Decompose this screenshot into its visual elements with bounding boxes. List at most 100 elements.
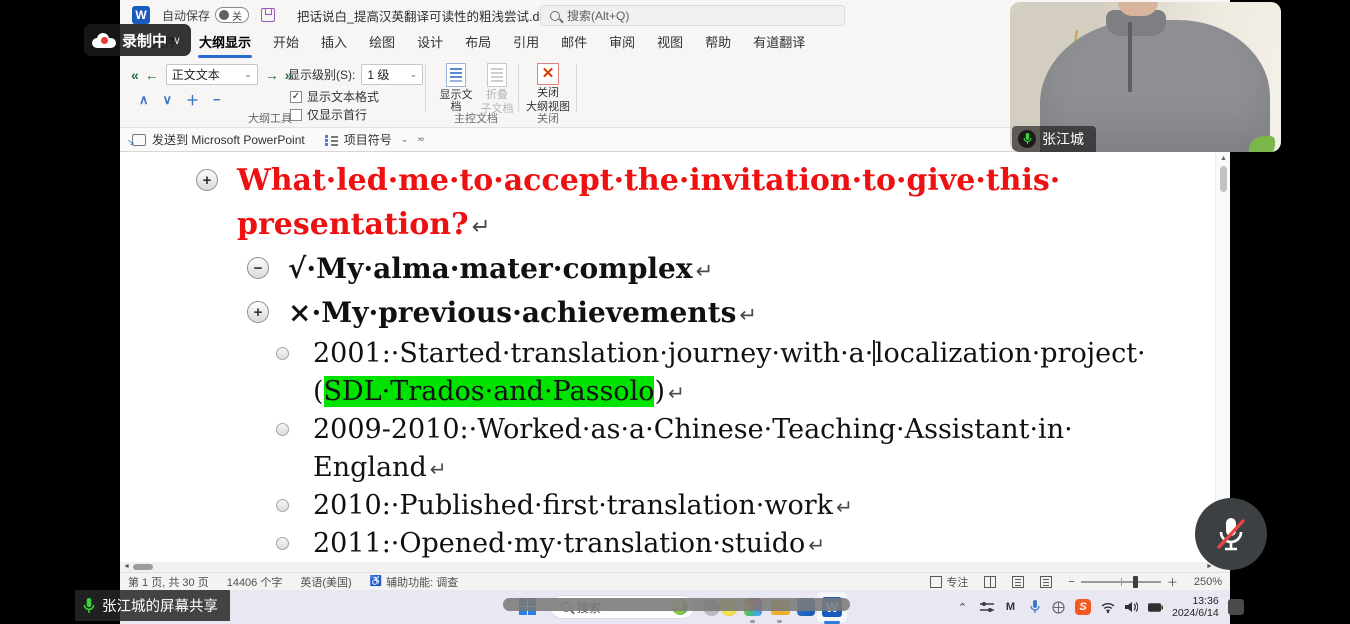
tab-review[interactable]: 审阅 bbox=[598, 28, 646, 58]
autosave-control[interactable]: 自动保存 关 bbox=[162, 7, 249, 24]
vertical-scroll-thumb[interactable] bbox=[1220, 166, 1227, 192]
autosave-toggle[interactable]: 关 bbox=[215, 7, 249, 23]
zoom-slider-thumb[interactable] bbox=[1133, 576, 1138, 588]
microphone-tray-icon[interactable] bbox=[1027, 600, 1042, 615]
document-canvas[interactable]: +What·led·me·to·accept·the·invitation·to… bbox=[120, 152, 1215, 562]
meeting-toolbar-collapsed[interactable] bbox=[503, 598, 850, 611]
tab-draw[interactable]: 绘图 bbox=[358, 28, 406, 58]
media-app-icon[interactable]: M bbox=[1003, 600, 1018, 615]
tray-clock[interactable]: 13:36 2024/6/14 bbox=[1172, 595, 1219, 619]
paragraph-return-mark: ↵ bbox=[836, 495, 853, 519]
tab-outline-view[interactable]: 大纲显示 bbox=[188, 28, 262, 58]
accessibility-status[interactable]: ♿ 辅助功能: 调查 bbox=[370, 574, 459, 590]
autosave-state: 关 bbox=[232, 8, 242, 23]
speaker-icon[interactable] bbox=[1124, 600, 1139, 615]
sogou-input-icon[interactable]: S bbox=[1075, 599, 1091, 615]
page-indicator[interactable]: 第 1 页, 共 30 页 bbox=[128, 574, 209, 590]
demote-icon[interactable]: → bbox=[262, 67, 282, 83]
outline-text: (SDL·Trados·and·Passolo)↵ bbox=[313, 376, 685, 407]
tab-mailings[interactable]: 邮件 bbox=[550, 28, 598, 58]
promote-to-heading1-icon[interactable]: « bbox=[128, 67, 142, 83]
outline-level-select[interactable]: 正文文本 ⌄ bbox=[166, 64, 258, 85]
screen-share-label: 张江城的屏幕共享 bbox=[75, 590, 230, 621]
group-label-close: 关闭 bbox=[524, 110, 572, 126]
outline-expand-icon[interactable]: + bbox=[196, 169, 218, 191]
language-indicator[interactable]: 英语(美国) bbox=[300, 574, 351, 590]
recording-badge[interactable]: 录制中 ∨ bbox=[84, 24, 191, 56]
tab-insert[interactable]: 插入 bbox=[310, 28, 358, 58]
zoom-slider-midpoint bbox=[1121, 578, 1122, 586]
search-icon bbox=[550, 11, 560, 21]
word-count[interactable]: 14406 个字 bbox=[227, 574, 283, 590]
horizontal-scroll-thumb[interactable] bbox=[133, 564, 153, 570]
zoom-percentage[interactable]: 250% bbox=[1194, 576, 1222, 588]
show-document-button[interactable]: 显示文档 bbox=[435, 63, 477, 113]
microphone-on-icon bbox=[1018, 130, 1036, 148]
ime-indicator-icon[interactable] bbox=[1228, 599, 1244, 615]
promote-icon[interactable]: ← bbox=[142, 67, 162, 83]
settings-sliders-icon[interactable] bbox=[979, 600, 994, 615]
participant-name-tag: 张江城 bbox=[1012, 126, 1096, 152]
chevron-down-icon: ∨ bbox=[173, 34, 181, 47]
wifi-icon[interactable] bbox=[1100, 600, 1115, 615]
outline-line: 2009-2010:·Worked·as·a·Chinese·Teaching·… bbox=[120, 410, 1215, 448]
zoom-slider[interactable] bbox=[1081, 581, 1161, 583]
scroll-left-icon[interactable]: ◄ bbox=[123, 563, 130, 570]
close-outline-view-button[interactable]: ✕ 关闭 大纲视图 bbox=[524, 63, 572, 113]
scroll-up-icon[interactable]: ▲ bbox=[1220, 155, 1227, 162]
show-text-formatting-checkbox[interactable]: ✓ 显示文本格式 bbox=[290, 88, 379, 105]
bullets-button[interactable]: 项目符号 bbox=[344, 131, 392, 148]
move-down-icon[interactable]: ∨ bbox=[156, 92, 180, 108]
horizontal-scrollbar[interactable]: ◄ ► bbox=[120, 562, 1230, 572]
outline-text: 2009-2010:·Worked·as·a·Chinese·Teaching·… bbox=[313, 414, 1073, 445]
collapse-subdocuments-button: 折叠 子文档 bbox=[477, 63, 517, 115]
show-level-select[interactable]: 1 级 ⌄ bbox=[361, 64, 423, 85]
expand-icon[interactable]: ＋ bbox=[179, 90, 206, 109]
outline-body-bullet-icon bbox=[276, 347, 289, 360]
battery-icon[interactable] bbox=[1148, 600, 1163, 615]
accessibility-icon: ♿ bbox=[370, 576, 382, 587]
chevron-down-icon[interactable]: ⌄ bbox=[401, 134, 409, 145]
zoom-in-button[interactable]: ＋ bbox=[1167, 574, 1178, 590]
focus-icon bbox=[930, 576, 942, 588]
web-layout-icon[interactable] bbox=[1040, 576, 1052, 588]
search-input[interactable]: 搜索(Alt+Q) bbox=[540, 5, 845, 26]
hidden-icons-chevron[interactable]: ⌃ bbox=[955, 600, 970, 615]
outline-expand-icon[interactable]: − bbox=[247, 257, 269, 279]
tab-view[interactable]: 视图 bbox=[646, 28, 694, 58]
outline-body-bullet-icon bbox=[276, 537, 289, 550]
network-app-icon[interactable] bbox=[1051, 600, 1066, 615]
tab-home[interactable]: 开始 bbox=[262, 28, 310, 58]
outline-line: 2011:·Opened·my·translation·stuido↵ bbox=[120, 524, 1215, 562]
print-layout-icon[interactable] bbox=[1012, 576, 1024, 588]
system-tray: ⌃ M S bbox=[955, 590, 1244, 624]
focus-label: 专注 bbox=[946, 574, 968, 590]
screen-share-text: 张江城的屏幕共享 bbox=[102, 595, 218, 616]
tab-youdao-translate[interactable]: 有道翻译 bbox=[742, 28, 816, 58]
mute-microphone-button[interactable] bbox=[1195, 498, 1267, 570]
show-document-icon bbox=[446, 63, 466, 87]
participant-video[interactable]: 张江城 bbox=[1010, 2, 1281, 152]
focus-mode-button[interactable]: 专注 bbox=[930, 574, 968, 590]
read-mode-icon[interactable] bbox=[984, 576, 996, 588]
paragraph-return-mark: ↵ bbox=[696, 259, 714, 283]
outline-expand-icon[interactable]: + bbox=[247, 301, 269, 323]
paragraph-return-mark: ↵ bbox=[472, 214, 491, 240]
save-icon[interactable] bbox=[261, 8, 275, 22]
outline-line: +×·My·previous·achievements↵ bbox=[120, 290, 1215, 334]
outline-level-value: 正文文本 bbox=[172, 66, 220, 83]
customize-toolbar-icon[interactable]: ≂ bbox=[417, 134, 425, 145]
accessibility-label: 辅助功能: 调查 bbox=[386, 574, 458, 590]
tab-help[interactable]: 帮助 bbox=[694, 28, 742, 58]
conference-stage: W 自动保存 关 把话说白_提高汉英翻译可读性的粗浅尝试.docx • 已保存到… bbox=[0, 0, 1350, 624]
show-level-label: 显示级别(S): bbox=[288, 66, 355, 83]
zoom-out-button[interactable]: − bbox=[1068, 576, 1074, 588]
tab-layout[interactable]: 布局 bbox=[454, 28, 502, 58]
tab-design[interactable]: 设计 bbox=[406, 28, 454, 58]
collapse-icon[interactable]: − bbox=[206, 92, 228, 107]
highlighted-text: SDL·Trados·and·Passolo bbox=[324, 376, 655, 407]
open-app-indicator bbox=[750, 620, 755, 623]
send-to-powerpoint-button[interactable]: 发送到 Microsoft PowerPoint bbox=[152, 131, 305, 148]
move-up-icon[interactable]: ∧ bbox=[132, 92, 156, 108]
tab-references[interactable]: 引用 bbox=[502, 28, 550, 58]
